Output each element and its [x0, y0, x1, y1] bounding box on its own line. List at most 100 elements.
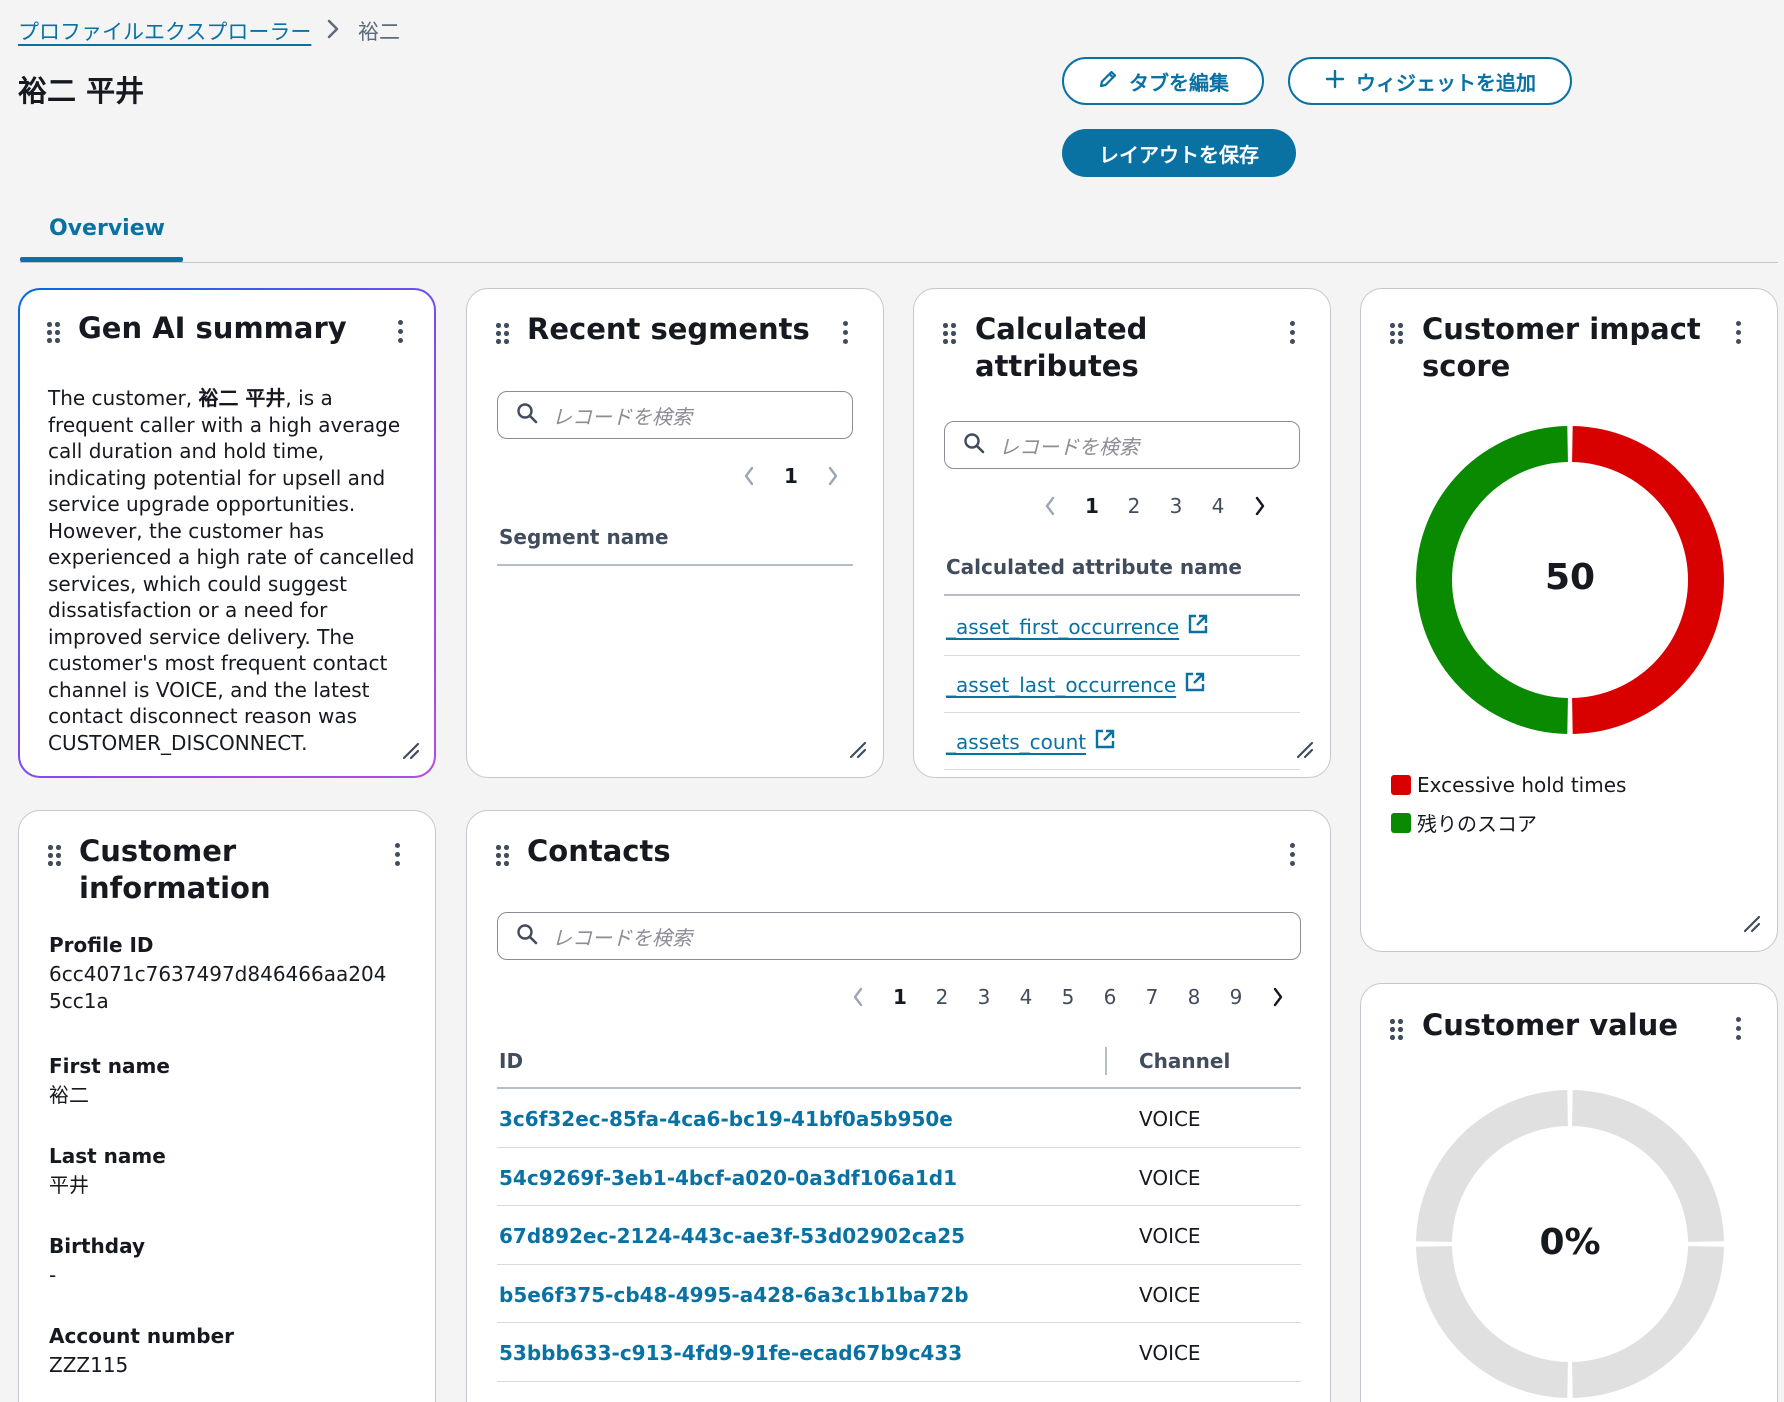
column-header-channel[interactable]: Channel [1139, 1049, 1230, 1073]
legend-item: Excessive hold times [1391, 773, 1626, 797]
card-title: Customer impact score [1422, 312, 1701, 383]
contact-id-link[interactable]: b5e6f375-cb48-4995-a428-6a3c1b1ba72b [499, 1283, 969, 1307]
chevron-left-icon[interactable] [837, 986, 879, 1008]
plus-icon [1324, 68, 1346, 95]
search-placeholder: レコードを検索 [999, 434, 1139, 459]
drag-handle-icon[interactable] [496, 323, 510, 345]
breadcrumb-parent-link[interactable]: プロファイルエクスプローラー [18, 16, 311, 46]
chevron-left-icon[interactable] [1029, 495, 1071, 517]
customer-information-card: Customer information Profile ID 6cc4071c… [18, 810, 436, 1402]
more-options-icon[interactable] [841, 321, 849, 345]
pagination: 1 2 3 4 5 6 7 8 9 [837, 982, 1299, 1012]
field-label: Profile ID [49, 933, 154, 957]
page-number[interactable]: 4 [1005, 985, 1047, 1009]
contact-id-link[interactable]: 54c9269f-3eb1-4bcf-a020-0a3df106a1d1 [499, 1166, 957, 1190]
page-number[interactable]: 4 [1197, 494, 1239, 518]
field-label: Account number [49, 1324, 234, 1348]
chevron-right-icon[interactable] [1239, 495, 1281, 517]
page-number[interactable]: 1 [879, 985, 921, 1009]
profile-id-value: 6cc4071c7637497d846466aa204 5cc1a [49, 962, 387, 1013]
customer-impact-score-card: Customer impact score 50 Excessive hold … [1360, 288, 1778, 952]
save-layout-button[interactable]: レイアウトを保存 [1062, 129, 1296, 177]
attribute-link[interactable]: _asset_first_occurrence [946, 613, 1209, 640]
card-title: Recent segments [527, 312, 810, 346]
more-options-icon[interactable] [1288, 321, 1296, 345]
drag-handle-icon[interactable] [48, 845, 62, 867]
legend-swatch [1391, 812, 1411, 833]
more-options-icon[interactable] [396, 320, 404, 344]
column-header-attribute-name[interactable]: Calculated attribute name [946, 555, 1242, 579]
more-options-icon[interactable] [1288, 843, 1296, 867]
save-layout-label: レイアウトを保存 [1099, 142, 1259, 167]
attribute-link[interactable]: _assets_count [946, 728, 1116, 755]
external-link-icon [1094, 728, 1116, 755]
contact-channel: VOICE [1139, 1283, 1201, 1307]
attribute-link[interactable]: _asset_last_occurrence [946, 671, 1206, 698]
gen-ai-summary-text: The customer, 裕二 平井, is a frequent calle… [48, 386, 415, 755]
column-header-segment-name[interactable]: Segment name [499, 525, 669, 549]
chevron-right-icon[interactable] [1257, 986, 1299, 1008]
legend-item: 残りのスコア [1391, 808, 1537, 837]
donut-segment-3 [1416, 1090, 1568, 1242]
first-name-value: 裕二 [49, 1083, 89, 1107]
add-widget-button[interactable]: ウィジェットを追加 [1288, 57, 1572, 105]
page-number[interactable]: 7 [1131, 985, 1173, 1009]
page-number[interactable]: 2 [921, 985, 963, 1009]
card-title: Calculated attributes [975, 312, 1148, 383]
page-number[interactable]: 6 [1089, 985, 1131, 1009]
search-icon [963, 432, 985, 459]
legend-swatch [1391, 775, 1411, 795]
page-number[interactable]: 1 [770, 464, 812, 488]
row-divider [497, 1205, 1301, 1206]
drag-handle-icon[interactable] [1390, 323, 1404, 345]
more-options-icon[interactable] [393, 843, 401, 867]
column-header-id[interactable]: ID [499, 1049, 523, 1073]
column-resizer[interactable] [1105, 1047, 1107, 1075]
row-divider [497, 1381, 1301, 1382]
donut-segment-0 [1572, 1090, 1724, 1242]
page-number[interactable]: 5 [1047, 985, 1089, 1009]
page-number[interactable]: 3 [963, 985, 1005, 1009]
row-divider [497, 1264, 1301, 1265]
more-options-icon[interactable] [1734, 321, 1742, 345]
add-widget-label: ウィジェットを追加 [1356, 70, 1536, 95]
search-placeholder: レコードを検索 [552, 925, 692, 950]
drag-handle-icon[interactable] [47, 322, 61, 344]
search-input[interactable]: レコードを検索 [497, 912, 1301, 960]
drag-handle-icon[interactable] [496, 845, 510, 867]
resize-handle-icon[interactable] [849, 741, 867, 759]
chevron-left-icon[interactable] [728, 465, 770, 487]
contact-id-link[interactable]: 53bbb633-c913-4fd9-91fe-ecad67b9c433 [499, 1341, 962, 1365]
row-divider [944, 769, 1300, 770]
pagination: 1 [728, 461, 854, 491]
resize-handle-icon[interactable] [1296, 741, 1314, 759]
contact-id-link[interactable]: 3c6f32ec-85fa-4ca6-bc19-41bf0a5b950e [499, 1107, 953, 1131]
more-options-icon[interactable] [1734, 1017, 1742, 1041]
search-icon [516, 402, 538, 429]
resize-handle-icon[interactable] [402, 742, 420, 760]
header-divider [497, 1087, 1301, 1089]
tab-divider [20, 262, 1778, 263]
chevron-right-icon[interactable] [812, 465, 854, 487]
resize-handle-icon[interactable] [1743, 915, 1761, 933]
edit-tabs-button[interactable]: タブを編集 [1062, 57, 1264, 105]
search-input[interactable]: レコードを検索 [497, 391, 853, 439]
gen-ai-summary-card: Gen AI summary The customer, 裕二 平井, is a… [18, 288, 436, 778]
page-number[interactable]: 3 [1155, 494, 1197, 518]
external-link-icon [1187, 613, 1209, 640]
drag-handle-icon[interactable] [1390, 1019, 1404, 1041]
card-title: Customer information [79, 834, 271, 905]
tab-overview[interactable]: Overview [49, 216, 165, 241]
contacts-card: Contacts レコードを検索 1 2 3 4 5 6 7 8 9 ID Ch… [466, 810, 1331, 1402]
page-number[interactable]: 9 [1215, 985, 1257, 1009]
row-divider [944, 712, 1300, 713]
card-title: Customer value [1422, 1008, 1678, 1042]
page-number[interactable]: 1 [1071, 494, 1113, 518]
donut-segment-2 [1416, 1246, 1568, 1398]
search-input[interactable]: レコードを検索 [944, 421, 1300, 469]
row-divider [497, 1322, 1301, 1323]
page-number[interactable]: 8 [1173, 985, 1215, 1009]
drag-handle-icon[interactable] [943, 323, 957, 345]
page-number[interactable]: 2 [1113, 494, 1155, 518]
contact-id-link[interactable]: 67d892ec-2124-443c-ae3f-53d02902ca25 [499, 1224, 965, 1248]
